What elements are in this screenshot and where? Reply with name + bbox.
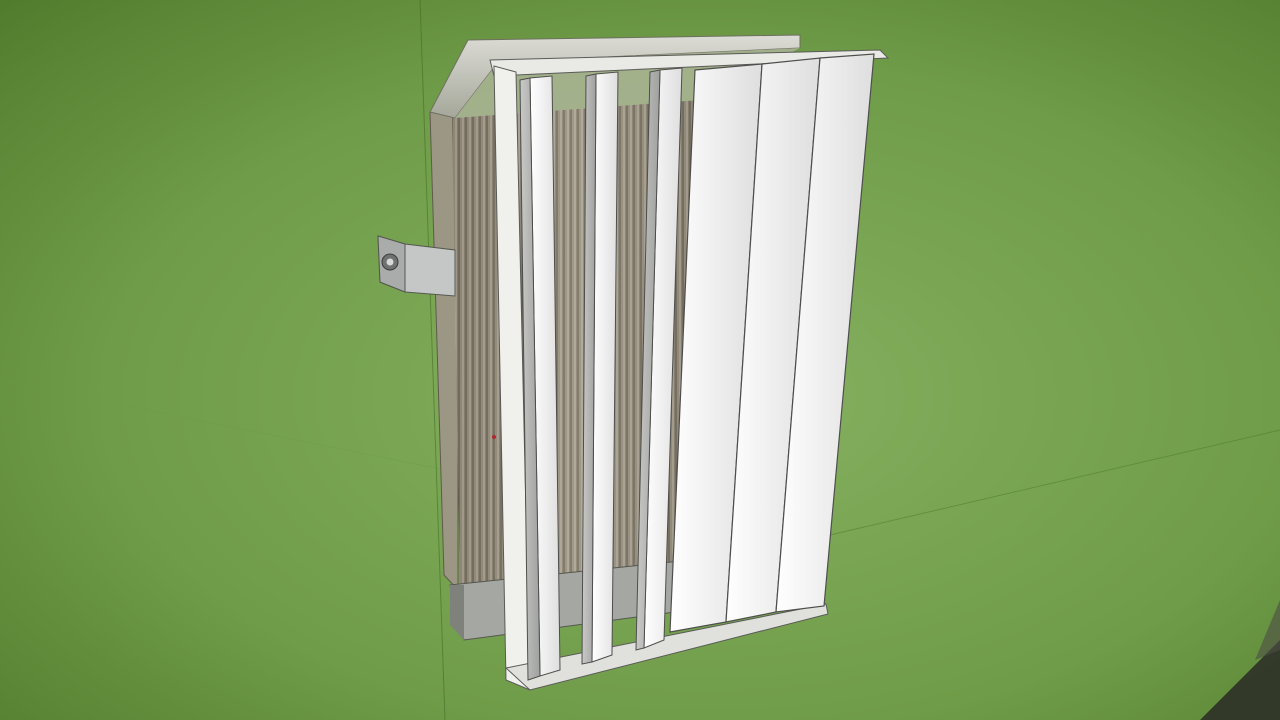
modeling-viewport xyxy=(0,0,1280,720)
radiator-model xyxy=(377,34,890,691)
bracket-bolt-center xyxy=(386,258,394,266)
viewport-canvas xyxy=(0,0,1280,720)
louver-2 xyxy=(581,71,619,665)
axis-origin-marker xyxy=(492,435,496,439)
